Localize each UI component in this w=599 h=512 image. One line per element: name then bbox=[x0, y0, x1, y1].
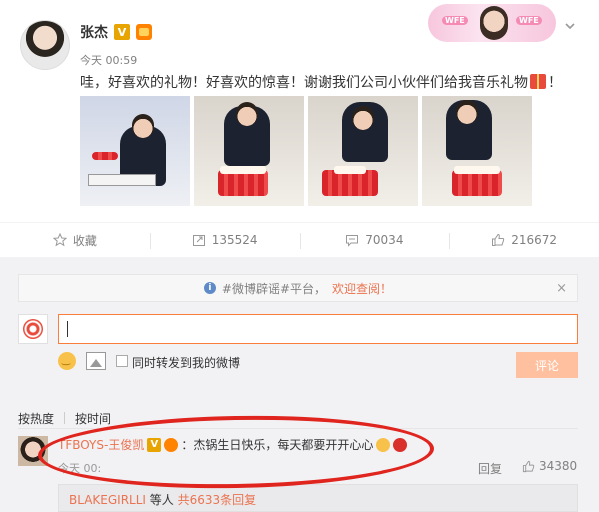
weibo-post-card: 张杰 V 今天 00:59 WFE WFE 哇，好喜欢的礼物！好喜欢的惊喜！谢谢… bbox=[0, 0, 599, 512]
thread-user[interactable]: BLAKEGIRLLI bbox=[69, 493, 146, 507]
comment-section: i #微博辟谣#平台， 欢迎查阅！ × 同时转发到我的微博 评论 按热度 按时间… bbox=[0, 258, 599, 512]
repost-icon bbox=[192, 235, 205, 246]
commenter-name[interactable]: TFBOYS-王俊凯 bbox=[58, 436, 144, 453]
chevron-down-icon[interactable] bbox=[564, 20, 576, 32]
photo-gift-box bbox=[88, 174, 156, 186]
repost-button[interactable]: 135524 bbox=[149, 223, 300, 257]
photo-thumbnail[interactable] bbox=[80, 96, 190, 206]
post-time[interactable]: 今天 00:59 bbox=[80, 52, 137, 68]
author-name[interactable]: 张杰 bbox=[80, 22, 108, 42]
like-button[interactable]: 216672 bbox=[449, 223, 599, 257]
comment-text: ：杰锅生日快乐，每天都要开开心心 bbox=[181, 438, 374, 452]
cake-emoji-icon bbox=[393, 437, 408, 452]
thread-count[interactable]: 共6633条回复 bbox=[178, 493, 257, 507]
comment-button[interactable]: 70034 bbox=[299, 223, 450, 263]
post-text-end: ！ bbox=[548, 75, 562, 91]
reply-thread-summary[interactable]: BLAKEGIRLLI 等人 共6633条回复 bbox=[58, 484, 578, 512]
member-crown-icon bbox=[136, 24, 152, 40]
favorite-button[interactable]: 收藏 bbox=[0, 223, 150, 257]
thumbs-up-icon bbox=[492, 233, 505, 246]
reply-button[interactable]: 回复 bbox=[478, 460, 502, 477]
comment-like-button[interactable]: 34380 bbox=[522, 459, 577, 473]
banner-face-icon bbox=[480, 6, 508, 40]
comment-count: 70034 bbox=[365, 233, 404, 247]
weibo-logo-icon bbox=[23, 319, 43, 339]
photo-thumbnail[interactable] bbox=[194, 96, 304, 206]
comment-input[interactable] bbox=[58, 314, 578, 344]
photo-cake-top bbox=[334, 166, 366, 174]
photo-cake-top bbox=[220, 166, 266, 174]
post-text: 哇，好喜欢的礼物！好喜欢的惊喜！谢谢我们公司小伙伴们给我音乐礼物 ！ bbox=[80, 72, 562, 92]
repost-count: 135524 bbox=[211, 233, 258, 247]
comment-icon bbox=[346, 235, 359, 247]
photo-head bbox=[236, 102, 258, 126]
tab-sort-time[interactable]: 按时间 bbox=[75, 410, 111, 427]
photo-thumbnail[interactable] bbox=[422, 96, 532, 206]
comment-time: 今天 00: bbox=[58, 462, 102, 475]
banner-tag-left: WFE bbox=[442, 16, 468, 25]
tab-sort-hot[interactable]: 按热度 bbox=[18, 410, 54, 427]
photo-grid bbox=[80, 96, 532, 206]
photo-head bbox=[132, 114, 154, 138]
repost-checkbox[interactable] bbox=[116, 355, 128, 367]
sort-divider-line bbox=[18, 428, 578, 429]
star-icon bbox=[52, 233, 67, 247]
comment-row: TFBOYS-王俊凯 V ：杰锅生日快乐，每天都要开开心心 bbox=[58, 436, 408, 453]
submit-comment-button[interactable]: 评论 bbox=[516, 352, 578, 378]
photo-roses bbox=[92, 152, 118, 160]
member-badge-icon bbox=[164, 437, 179, 452]
like-count: 216672 bbox=[511, 233, 558, 247]
banner-tag-right: WFE bbox=[516, 16, 542, 25]
verified-badge-icon: V bbox=[114, 24, 130, 40]
notice-link[interactable]: 欢迎查阅！ bbox=[332, 280, 392, 297]
info-icon: i bbox=[203, 282, 216, 294]
author-row: 张杰 V bbox=[80, 22, 152, 42]
close-icon[interactable]: × bbox=[556, 281, 567, 296]
birthday-banner: WFE WFE bbox=[428, 4, 556, 42]
thumbs-up-icon bbox=[522, 460, 535, 472]
thread-mid: 等人 bbox=[145, 493, 178, 507]
favorite-label: 收藏 bbox=[72, 233, 97, 248]
sort-divider bbox=[64, 412, 66, 424]
post-text-main: 哇，好喜欢的礼物！好喜欢的惊喜！谢谢我们公司小伙伴们给我音乐礼物 bbox=[80, 75, 528, 91]
photo-head bbox=[456, 100, 478, 124]
notice-text: #微博辟谣#平台， bbox=[221, 281, 327, 296]
repost-checkbox-label[interactable]: 同时转发到我的微博 bbox=[132, 354, 240, 371]
image-icon[interactable] bbox=[86, 352, 106, 370]
author-avatar[interactable] bbox=[20, 20, 70, 70]
comment-sort-tabs: 按热度 按时间 bbox=[18, 410, 111, 427]
post-action-bar: 收藏 135524 70034 216672 bbox=[0, 222, 599, 263]
verified-badge-icon: V bbox=[147, 437, 162, 452]
text-caret bbox=[67, 321, 68, 337]
photo-head bbox=[352, 106, 374, 130]
rumor-notice: i #微博辟谣#平台， 欢迎查阅！ × bbox=[18, 274, 578, 302]
emoji-icon[interactable] bbox=[58, 352, 76, 370]
commenter-avatar[interactable] bbox=[18, 436, 48, 466]
comment-like-count: 34380 bbox=[539, 459, 578, 473]
my-avatar[interactable] bbox=[18, 314, 48, 344]
laugh-emoji-icon bbox=[376, 437, 391, 452]
photo-thumbnail[interactable] bbox=[308, 96, 418, 206]
gift-emoji-icon bbox=[530, 74, 546, 89]
photo-cake-top bbox=[454, 166, 500, 174]
